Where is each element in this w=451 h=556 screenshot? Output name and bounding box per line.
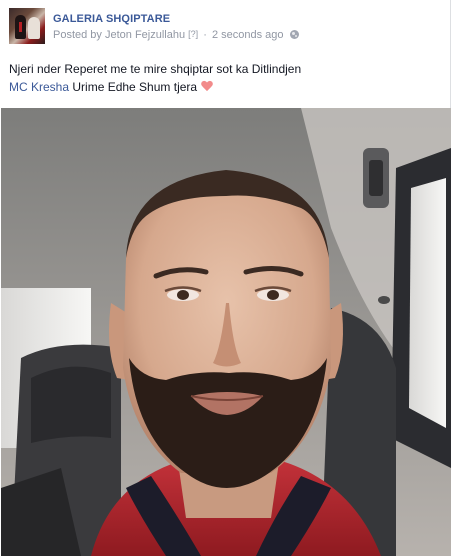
message-line-1: Njeri nder Reperet me te mire shqiptar s… <box>9 62 302 76</box>
author-link[interactable]: Jeton Fejzullahu <box>105 29 185 41</box>
posted-by-label: Posted by <box>53 29 102 41</box>
timestamp-link[interactable]: 2 seconds ago <box>212 29 284 41</box>
page-avatar[interactable] <box>9 8 45 44</box>
post-header: GALERIA SHQIPTARE Posted by Jeton Fejzul… <box>9 8 439 48</box>
heart-icon <box>201 81 213 92</box>
globe-icon[interactable] <box>289 30 299 39</box>
message-line-2: MC Kresha Urime Edhe Shum tjera <box>9 78 439 96</box>
meta-separator: · <box>203 29 207 41</box>
mention-link[interactable]: MC Kresha <box>9 80 69 94</box>
post-message: Njeri nder Reperet me te mire shqiptar s… <box>9 60 439 96</box>
photo-image <box>1 108 451 556</box>
page-name-link[interactable]: GALERIA SHQIPTARE <box>53 13 170 25</box>
post-meta: Posted by Jeton Fejzullahu [?] · 2 secon… <box>53 29 299 41</box>
message-text: Urime Edhe Shum tjera <box>69 80 198 94</box>
feed-post: GALERIA SHQIPTARE Posted by Jeton Fejzul… <box>0 0 451 556</box>
avatar-figure <box>28 17 40 39</box>
avatar-detail <box>19 22 22 32</box>
author-note[interactable]: [?] <box>188 29 198 39</box>
post-photo[interactable] <box>1 108 451 556</box>
